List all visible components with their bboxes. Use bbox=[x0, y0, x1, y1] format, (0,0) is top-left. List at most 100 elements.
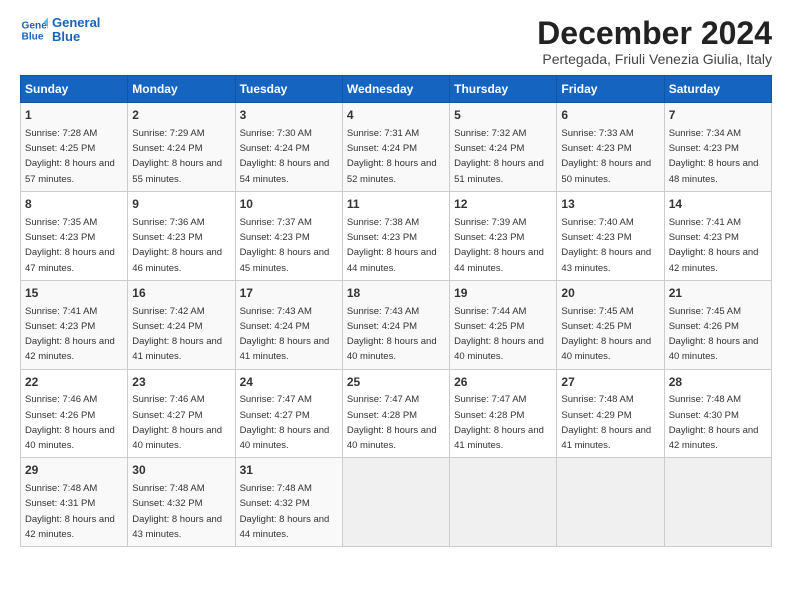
calendar-cell: 24 Sunrise: 7:47 AMSunset: 4:27 PMDaylig… bbox=[235, 369, 342, 458]
day-info: Sunrise: 7:34 AMSunset: 4:23 PMDaylight:… bbox=[669, 128, 759, 185]
header-thursday: Thursday bbox=[450, 76, 557, 103]
day-number: 28 bbox=[669, 374, 767, 391]
day-number: 9 bbox=[132, 196, 230, 213]
day-info: Sunrise: 7:38 AMSunset: 4:23 PMDaylight:… bbox=[347, 217, 437, 274]
day-info: Sunrise: 7:45 AMSunset: 4:26 PMDaylight:… bbox=[669, 306, 759, 363]
logo-text-general: General bbox=[52, 16, 100, 30]
calendar-week-4: 22 Sunrise: 7:46 AMSunset: 4:26 PMDaylig… bbox=[21, 369, 772, 458]
day-number: 7 bbox=[669, 107, 767, 124]
day-number: 18 bbox=[347, 285, 445, 302]
day-info: Sunrise: 7:48 AMSunset: 4:29 PMDaylight:… bbox=[561, 394, 651, 451]
calendar-week-1: 1 Sunrise: 7:28 AMSunset: 4:25 PMDayligh… bbox=[21, 103, 772, 192]
day-number: 3 bbox=[240, 107, 338, 124]
title-block: December 2024 Pertegada, Friuli Venezia … bbox=[537, 16, 772, 67]
day-info: Sunrise: 7:31 AMSunset: 4:24 PMDaylight:… bbox=[347, 128, 437, 185]
calendar-cell: 17 Sunrise: 7:43 AMSunset: 4:24 PMDaylig… bbox=[235, 280, 342, 369]
day-info: Sunrise: 7:41 AMSunset: 4:23 PMDaylight:… bbox=[669, 217, 759, 274]
calendar-cell: 19 Sunrise: 7:44 AMSunset: 4:25 PMDaylig… bbox=[450, 280, 557, 369]
day-info: Sunrise: 7:39 AMSunset: 4:23 PMDaylight:… bbox=[454, 217, 544, 274]
day-info: Sunrise: 7:43 AMSunset: 4:24 PMDaylight:… bbox=[240, 306, 330, 363]
calendar-header-row: SundayMondayTuesdayWednesdayThursdayFrid… bbox=[21, 76, 772, 103]
day-info: Sunrise: 7:45 AMSunset: 4:25 PMDaylight:… bbox=[561, 306, 651, 363]
day-number: 6 bbox=[561, 107, 659, 124]
day-number: 17 bbox=[240, 285, 338, 302]
calendar-cell: 26 Sunrise: 7:47 AMSunset: 4:28 PMDaylig… bbox=[450, 369, 557, 458]
calendar-cell: 9 Sunrise: 7:36 AMSunset: 4:23 PMDayligh… bbox=[128, 191, 235, 280]
calendar-table: SundayMondayTuesdayWednesdayThursdayFrid… bbox=[20, 75, 772, 547]
header-sunday: Sunday bbox=[21, 76, 128, 103]
calendar-cell: 20 Sunrise: 7:45 AMSunset: 4:25 PMDaylig… bbox=[557, 280, 664, 369]
svg-text:Blue: Blue bbox=[22, 32, 44, 43]
calendar-cell: 12 Sunrise: 7:39 AMSunset: 4:23 PMDaylig… bbox=[450, 191, 557, 280]
header-tuesday: Tuesday bbox=[235, 76, 342, 103]
subtitle: Pertegada, Friuli Venezia Giulia, Italy bbox=[537, 51, 772, 67]
day-number: 10 bbox=[240, 196, 338, 213]
day-number: 11 bbox=[347, 196, 445, 213]
calendar-cell: 29 Sunrise: 7:48 AMSunset: 4:31 PMDaylig… bbox=[21, 458, 128, 547]
day-number: 31 bbox=[240, 462, 338, 479]
day-number: 20 bbox=[561, 285, 659, 302]
day-info: Sunrise: 7:48 AMSunset: 4:30 PMDaylight:… bbox=[669, 394, 759, 451]
calendar-week-2: 8 Sunrise: 7:35 AMSunset: 4:23 PMDayligh… bbox=[21, 191, 772, 280]
calendar-cell: 13 Sunrise: 7:40 AMSunset: 4:23 PMDaylig… bbox=[557, 191, 664, 280]
calendar-cell: 14 Sunrise: 7:41 AMSunset: 4:23 PMDaylig… bbox=[664, 191, 771, 280]
day-info: Sunrise: 7:29 AMSunset: 4:24 PMDaylight:… bbox=[132, 128, 222, 185]
header-friday: Friday bbox=[557, 76, 664, 103]
day-number: 1 bbox=[25, 107, 123, 124]
day-info: Sunrise: 7:36 AMSunset: 4:23 PMDaylight:… bbox=[132, 217, 222, 274]
calendar-cell: 18 Sunrise: 7:43 AMSunset: 4:24 PMDaylig… bbox=[342, 280, 449, 369]
day-info: Sunrise: 7:44 AMSunset: 4:25 PMDaylight:… bbox=[454, 306, 544, 363]
calendar-cell: 15 Sunrise: 7:41 AMSunset: 4:23 PMDaylig… bbox=[21, 280, 128, 369]
day-info: Sunrise: 7:28 AMSunset: 4:25 PMDaylight:… bbox=[25, 128, 115, 185]
calendar-cell: 11 Sunrise: 7:38 AMSunset: 4:23 PMDaylig… bbox=[342, 191, 449, 280]
day-number: 4 bbox=[347, 107, 445, 124]
day-number: 8 bbox=[25, 196, 123, 213]
day-number: 27 bbox=[561, 374, 659, 391]
day-info: Sunrise: 7:40 AMSunset: 4:23 PMDaylight:… bbox=[561, 217, 651, 274]
day-number: 14 bbox=[669, 196, 767, 213]
calendar-cell: 4 Sunrise: 7:31 AMSunset: 4:24 PMDayligh… bbox=[342, 103, 449, 192]
day-info: Sunrise: 7:32 AMSunset: 4:24 PMDaylight:… bbox=[454, 128, 544, 185]
calendar-cell: 22 Sunrise: 7:46 AMSunset: 4:26 PMDaylig… bbox=[21, 369, 128, 458]
day-number: 21 bbox=[669, 285, 767, 302]
calendar-cell: 25 Sunrise: 7:47 AMSunset: 4:28 PMDaylig… bbox=[342, 369, 449, 458]
logo: General Blue General Blue bbox=[20, 16, 100, 45]
day-number: 15 bbox=[25, 285, 123, 302]
day-info: Sunrise: 7:48 AMSunset: 4:32 PMDaylight:… bbox=[132, 483, 222, 540]
day-number: 16 bbox=[132, 285, 230, 302]
calendar-cell bbox=[664, 458, 771, 547]
day-info: Sunrise: 7:47 AMSunset: 4:28 PMDaylight:… bbox=[347, 394, 437, 451]
day-info: Sunrise: 7:47 AMSunset: 4:27 PMDaylight:… bbox=[240, 394, 330, 451]
calendar-cell: 30 Sunrise: 7:48 AMSunset: 4:32 PMDaylig… bbox=[128, 458, 235, 547]
day-number: 13 bbox=[561, 196, 659, 213]
day-info: Sunrise: 7:35 AMSunset: 4:23 PMDaylight:… bbox=[25, 217, 115, 274]
calendar-cell: 8 Sunrise: 7:35 AMSunset: 4:23 PMDayligh… bbox=[21, 191, 128, 280]
day-info: Sunrise: 7:47 AMSunset: 4:28 PMDaylight:… bbox=[454, 394, 544, 451]
header-saturday: Saturday bbox=[664, 76, 771, 103]
calendar-cell bbox=[342, 458, 449, 547]
day-info: Sunrise: 7:41 AMSunset: 4:23 PMDaylight:… bbox=[25, 306, 115, 363]
day-number: 25 bbox=[347, 374, 445, 391]
calendar-cell: 28 Sunrise: 7:48 AMSunset: 4:30 PMDaylig… bbox=[664, 369, 771, 458]
calendar-week-5: 29 Sunrise: 7:48 AMSunset: 4:31 PMDaylig… bbox=[21, 458, 772, 547]
day-info: Sunrise: 7:33 AMSunset: 4:23 PMDaylight:… bbox=[561, 128, 651, 185]
logo-text-blue: Blue bbox=[52, 30, 100, 44]
calendar-cell: 1 Sunrise: 7:28 AMSunset: 4:25 PMDayligh… bbox=[21, 103, 128, 192]
header-wednesday: Wednesday bbox=[342, 76, 449, 103]
calendar-cell: 2 Sunrise: 7:29 AMSunset: 4:24 PMDayligh… bbox=[128, 103, 235, 192]
calendar-cell: 10 Sunrise: 7:37 AMSunset: 4:23 PMDaylig… bbox=[235, 191, 342, 280]
day-number: 2 bbox=[132, 107, 230, 124]
day-info: Sunrise: 7:48 AMSunset: 4:32 PMDaylight:… bbox=[240, 483, 330, 540]
day-info: Sunrise: 7:43 AMSunset: 4:24 PMDaylight:… bbox=[347, 306, 437, 363]
calendar-week-3: 15 Sunrise: 7:41 AMSunset: 4:23 PMDaylig… bbox=[21, 280, 772, 369]
calendar-cell: 3 Sunrise: 7:30 AMSunset: 4:24 PMDayligh… bbox=[235, 103, 342, 192]
day-number: 24 bbox=[240, 374, 338, 391]
calendar-cell: 16 Sunrise: 7:42 AMSunset: 4:24 PMDaylig… bbox=[128, 280, 235, 369]
day-info: Sunrise: 7:46 AMSunset: 4:26 PMDaylight:… bbox=[25, 394, 115, 451]
calendar-cell bbox=[557, 458, 664, 547]
day-info: Sunrise: 7:37 AMSunset: 4:23 PMDaylight:… bbox=[240, 217, 330, 274]
calendar-cell: 6 Sunrise: 7:33 AMSunset: 4:23 PMDayligh… bbox=[557, 103, 664, 192]
day-number: 23 bbox=[132, 374, 230, 391]
day-number: 22 bbox=[25, 374, 123, 391]
header-monday: Monday bbox=[128, 76, 235, 103]
